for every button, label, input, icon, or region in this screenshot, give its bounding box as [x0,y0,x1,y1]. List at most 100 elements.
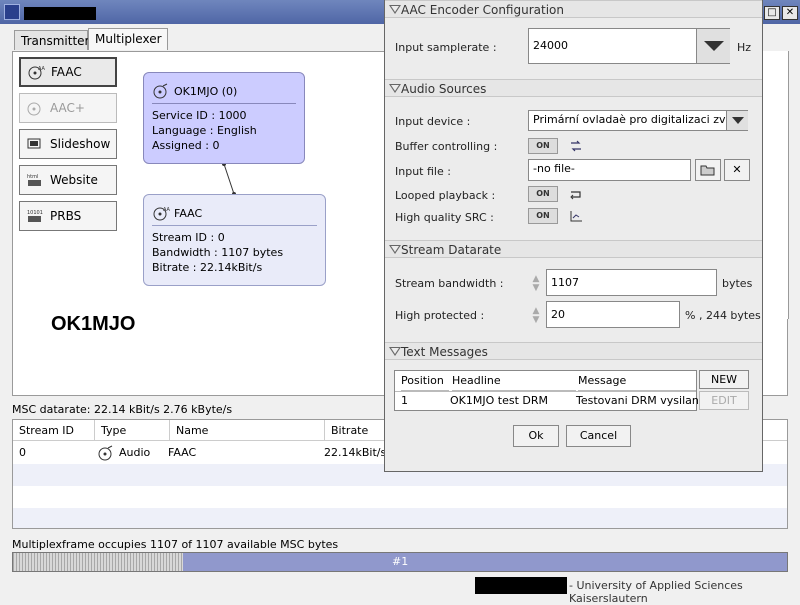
cell-type: Audio [91,442,150,464]
maximize-button[interactable]: □ [764,6,780,20]
stream-detail: Bitrate : 22.14kBit/s [152,261,263,274]
audio-disc-icon [26,100,44,116]
ok-button[interactable]: Ok [513,425,559,447]
section-title: Text Messages [401,345,488,359]
section-title: Stream Datarate [401,243,502,257]
stream-title: FAAC [174,206,203,220]
samplerate-dropdown-button[interactable] [696,29,730,63]
service-detail: Language : English [152,124,257,137]
bandwidth-label: Stream bandwidth : [395,277,504,290]
protected-label: High protected : [395,309,485,322]
stream-detail: Bandwidth : 1107 bytes [152,246,284,259]
svg-text:AAC: AAC [163,207,170,213]
chevron-down-icon [703,41,724,51]
source-button-website[interactable]: html Website [19,165,117,195]
collapse-icon [389,84,401,93]
footer-text: - University of Applied Sciences Kaisers… [569,579,743,605]
file-value: -no file- [533,162,575,175]
cell-stream-id: 0 [19,446,26,459]
device-dropdown-button[interactable] [726,111,748,130]
msc-datarate: MSC datarate: 22.14 kBit/s 2.76 kByte/s [12,403,233,416]
tab-transmitter[interactable]: Transmitter [14,30,89,50]
new-message-button[interactable]: NEW [699,370,749,389]
bandwidth-spinner-icon[interactable]: ▲ ▼ [530,275,542,293]
svg-text:html: html [27,174,38,180]
source-button-faac[interactable]: AAC FAAC [19,57,117,87]
looped-toggle[interactable]: ON [528,186,558,202]
audio-disc-icon [97,445,115,461]
file-label: Input file : [395,165,451,178]
samplerate-unit: Hz [737,41,752,54]
section-title: AAC Encoder Configuration [401,3,564,17]
buffer-toggle[interactable]: ON [528,138,558,154]
hq-src-icon [568,208,584,227]
audio-disc-icon: AAC [152,205,170,221]
source-button-prbs[interactable]: 10101 PRBS [19,201,117,231]
device-select[interactable]: Primární ovladaè pro digitalizaci zvuk..… [528,110,748,131]
stream-node[interactable]: AAC FAAC Stream ID : 0 Bandwidth : 1107 … [143,194,326,286]
stream-detail: Stream ID : 0 [152,231,225,244]
tab-multiplexer[interactable]: Multiplexer [88,28,168,50]
message-text: Testovani DRM vysilani. [576,394,706,407]
html-icon: html [26,172,44,188]
collapse-icon [389,347,401,356]
source-button-slideshow[interactable]: Slideshow [19,129,117,159]
section-header-aac[interactable]: AAC Encoder Configuration [385,0,762,18]
audio-disc-icon: AAC [27,64,45,80]
close-button[interactable]: ✕ [782,6,798,20]
redacted-footer [475,577,567,594]
folder-open-icon [700,165,715,176]
clear-file-button[interactable]: ✕ [724,159,750,181]
service-detail: Assigned : 0 [152,139,220,152]
column-header[interactable]: Type [95,420,170,441]
bandwidth-value: 1107 [551,276,579,289]
section-header-datarate[interactable]: Stream Datarate [385,240,762,258]
column-header[interactable]: Stream ID [13,420,95,441]
mux-progress-hatch [13,553,183,571]
cell-name: FAAC [168,446,197,459]
column-header[interactable]: Headline [452,371,576,391]
chevron-down-icon [731,117,744,124]
table-row [13,486,787,508]
protected-input[interactable]: 20 [546,301,680,328]
hq-label: High quality SRC : [395,211,494,224]
binary-icon: 10101 [26,208,44,224]
svg-text:10101: 10101 [27,210,43,216]
svg-text:AAC: AAC [38,66,45,72]
source-label: Website [50,173,98,187]
column-header[interactable]: Name [170,420,325,441]
section-header-text[interactable]: Text Messages [385,342,762,360]
column-header[interactable]: Position [401,371,449,391]
bandwidth-input[interactable]: 1107 [546,269,717,296]
looped-label: Looped playback : [395,189,496,202]
edit-message-button[interactable]: EDIT [699,391,749,410]
samplerate-value: 24000 [533,39,568,52]
app-icon[interactable] [4,4,20,20]
buffer-sync-icon [568,138,584,157]
cancel-button[interactable]: Cancel [566,425,631,447]
samplerate-label: Input samplerate : [395,41,497,54]
cell-bitrate: 22.14kBit/s [324,446,387,459]
cell-type-label: Audio [119,446,151,459]
column-header[interactable]: Message [578,371,696,391]
protected-unit: % , 244 bytes [685,309,761,322]
source-label: FAAC [51,65,82,79]
stream-node-header: AAC FAAC [152,195,317,226]
device-label: Input device : [395,115,471,128]
slideshow-icon [26,136,44,152]
buffer-label: Buffer controlling : [395,140,498,153]
message-headline: OK1MJO test DRM [450,394,548,407]
section-header-audio[interactable]: Audio Sources [385,79,762,97]
file-input[interactable]: -no file- [528,159,691,181]
hq-toggle[interactable]: ON [528,208,558,224]
service-node[interactable]: OK1MJO (0) Service ID : 1000 Language : … [143,72,305,164]
source-button-aacplus[interactable]: AAC+ [19,93,117,123]
protected-spinner-icon[interactable]: ▲ ▼ [530,307,542,325]
table-row [13,508,787,528]
messages-table[interactable]: Position Headline Message 1 OK1MJO test … [394,370,705,411]
mux-info: Multiplexframe occupies 1107 of 1107 ava… [12,538,339,551]
protected-value: 20 [551,308,565,321]
mux-progress-label: #1 [392,555,409,568]
source-label: Slideshow [50,137,111,151]
open-file-button[interactable] [695,159,721,181]
